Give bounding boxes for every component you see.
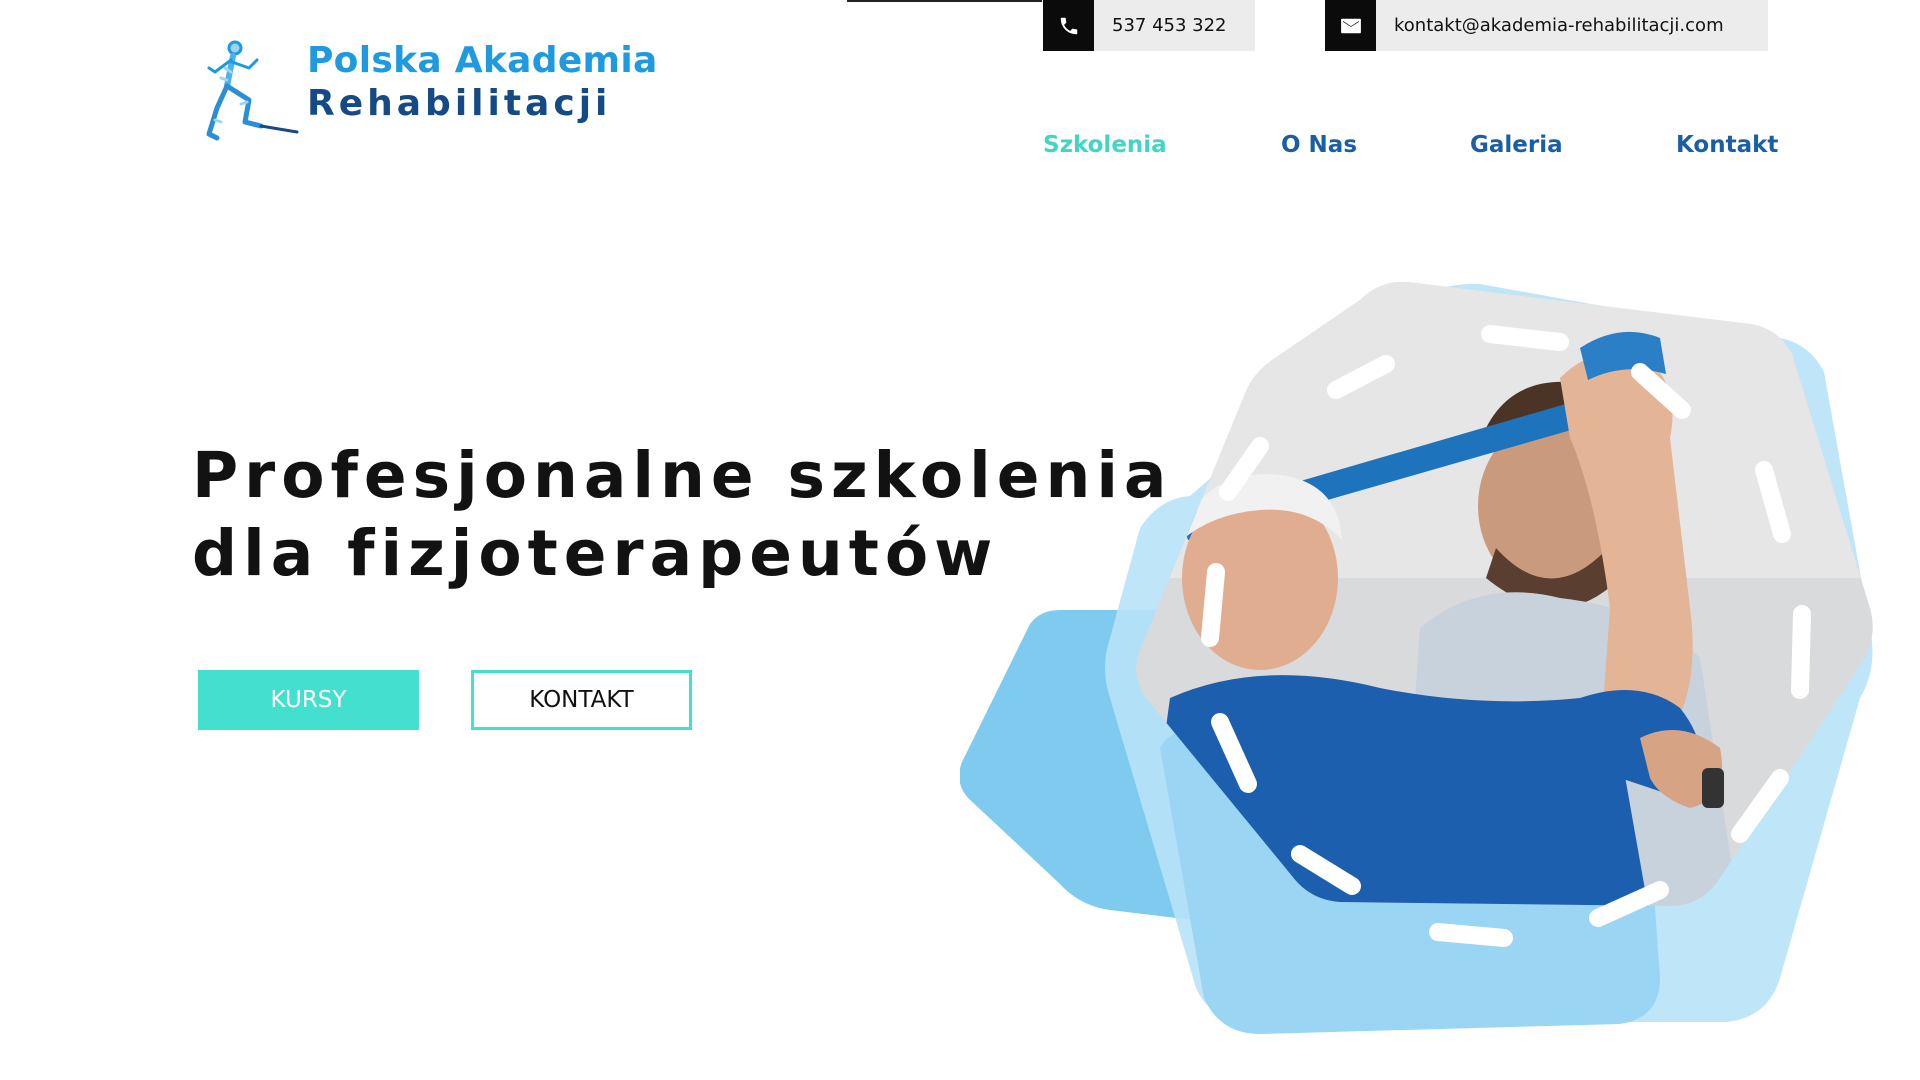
hero-title: Profesjonalne szkolenia dla fizjoterapeu… bbox=[192, 437, 1173, 593]
brand-name: Polska Akademia Rehabilitacji bbox=[307, 40, 658, 124]
main-navigation: Szkolenia O Nas Galeria Kontakt bbox=[1043, 132, 1778, 166]
brand-name-line2: Rehabilitacji bbox=[307, 83, 612, 124]
nav-item-o-nas[interactable]: O Nas bbox=[1281, 132, 1357, 158]
nav-item-kontakt[interactable]: Kontakt bbox=[1676, 132, 1778, 158]
email-contact[interactable]: kontakt@akademia-rehabilitacji.com bbox=[1325, 0, 1768, 51]
brand-name-line1: Polska Akademia bbox=[307, 40, 658, 81]
hero-image bbox=[960, 281, 1873, 1034]
nav-item-szkolenia[interactable]: Szkolenia bbox=[1043, 132, 1167, 158]
hero-title-line1: Profesjonalne szkolenia bbox=[192, 439, 1173, 512]
brand-logo[interactable]: Polska Akademia Rehabilitacji bbox=[205, 38, 657, 148]
email-address[interactable]: kontakt@akademia-rehabilitacji.com bbox=[1376, 15, 1742, 36]
phone-icon bbox=[1043, 0, 1094, 51]
phone-number[interactable]: 537 453 322 bbox=[1094, 15, 1245, 36]
top-divider-line bbox=[847, 0, 1042, 2]
kursy-button[interactable]: KURSY bbox=[198, 670, 419, 730]
kontakt-button[interactable]: KONTAKT bbox=[471, 670, 692, 730]
running-man-anatomy-icon bbox=[206, 40, 299, 141]
nav-item-galeria[interactable]: Galeria bbox=[1470, 132, 1563, 158]
phone-contact[interactable]: 537 453 322 bbox=[1043, 0, 1255, 51]
hero-title-line2: dla fizjoterapeutów bbox=[192, 517, 999, 590]
envelope-icon bbox=[1325, 0, 1376, 51]
